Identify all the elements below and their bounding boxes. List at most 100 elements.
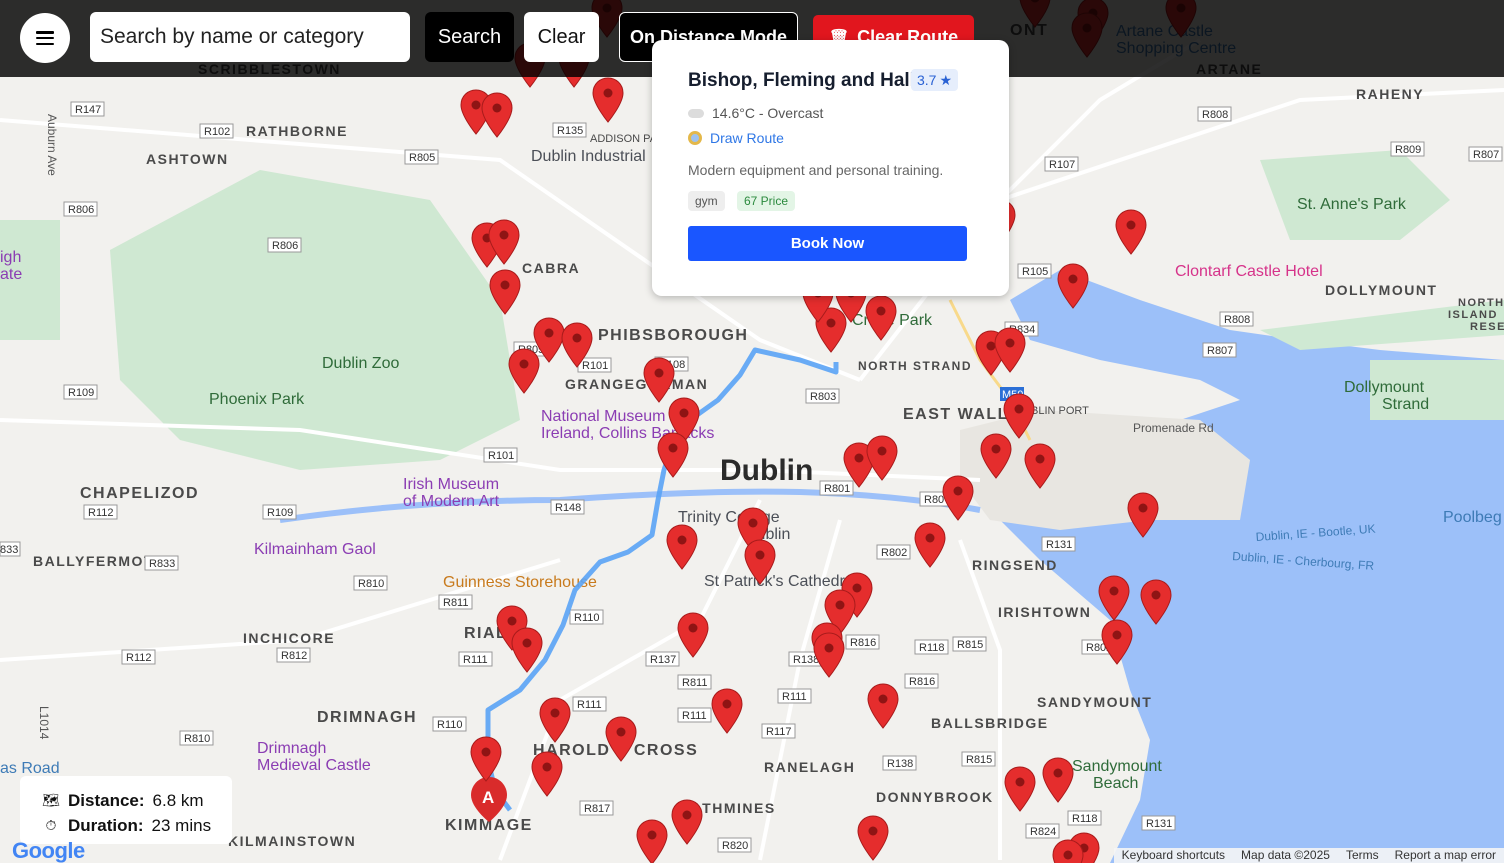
location-pin-icon[interactable] bbox=[865, 295, 897, 341]
location-pin-icon[interactable] bbox=[857, 815, 889, 861]
road-shield: R801 bbox=[819, 480, 854, 496]
poi-label: igh bbox=[0, 249, 21, 266]
location-pin-icon[interactable] bbox=[677, 612, 709, 658]
search-button[interactable]: Search bbox=[425, 12, 514, 62]
svg-text:R111: R111 bbox=[682, 710, 707, 722]
svg-text:R815: R815 bbox=[957, 639, 983, 651]
location-pin-icon[interactable] bbox=[470, 736, 502, 782]
svg-text:R815: R815 bbox=[966, 754, 992, 766]
road-shield: R101 bbox=[577, 357, 612, 373]
poi-label: Dublin Industrial bbox=[531, 148, 646, 165]
location-pin-icon[interactable] bbox=[531, 751, 563, 797]
location-pin-icon[interactable] bbox=[867, 683, 899, 729]
poi-label: as Road bbox=[0, 760, 60, 777]
location-pin-icon[interactable] bbox=[994, 327, 1026, 373]
road-shield: R806 bbox=[267, 237, 302, 253]
area-label: RAHENY bbox=[1356, 86, 1424, 102]
poi-label: ate bbox=[0, 266, 22, 283]
road-shield: R112 bbox=[121, 649, 156, 665]
area-label: EAST WALL bbox=[903, 406, 1009, 423]
price-tag: 67 Price bbox=[737, 191, 796, 211]
area-label: RATHBORNE bbox=[246, 123, 348, 139]
svg-text:R109: R109 bbox=[267, 507, 293, 519]
distance-label: Distance: bbox=[68, 790, 145, 810]
svg-text:R807: R807 bbox=[1207, 345, 1233, 357]
rating-badge: 3.7 ★ bbox=[911, 69, 959, 91]
terms-link[interactable]: Terms bbox=[1338, 848, 1387, 863]
map-icon: 🗺 bbox=[42, 792, 60, 808]
area-label: BALLYFERMOT bbox=[33, 553, 154, 569]
book-now-button[interactable]: Book Now bbox=[688, 226, 967, 261]
draw-route-link[interactable]: Draw Route bbox=[688, 130, 784, 146]
duration-value: 23 mins bbox=[151, 815, 212, 835]
report-error-link[interactable]: Report a map error bbox=[1387, 848, 1504, 863]
location-pin-icon[interactable] bbox=[666, 524, 698, 570]
road-shield: R138 bbox=[882, 755, 917, 771]
star-icon: ★ bbox=[939, 71, 953, 88]
map-data-text: Map data ©2025 bbox=[1241, 848, 1330, 862]
menu-button[interactable] bbox=[20, 13, 70, 63]
location-pin-icon[interactable] bbox=[592, 77, 624, 123]
area-label: NORTH STRAND bbox=[858, 359, 972, 373]
road-shield: R111 bbox=[677, 707, 712, 723]
road-label: Promenade Rd bbox=[1133, 421, 1214, 435]
road-shield: R809 bbox=[1390, 141, 1425, 157]
road-shield: R816 bbox=[845, 634, 880, 650]
route-stats-panel: 🗺 Distance: 6.8 km ⏱ Duration: 23 mins bbox=[20, 776, 232, 844]
svg-text:R808: R808 bbox=[1202, 109, 1228, 121]
svg-text:R112: R112 bbox=[88, 507, 113, 519]
google-logo-text: Google bbox=[12, 838, 85, 863]
steering-wheel-icon bbox=[688, 131, 702, 145]
svg-text:R807: R807 bbox=[1473, 149, 1499, 161]
area-label: DOLLYMOUNT bbox=[1325, 282, 1437, 298]
road-shield: R101 bbox=[483, 447, 518, 463]
category-tag: gym bbox=[688, 191, 725, 211]
location-pin-icon[interactable] bbox=[914, 522, 946, 568]
location-pin-icon[interactable] bbox=[1052, 839, 1084, 863]
draw-route-label[interactable]: Draw Route bbox=[710, 130, 784, 146]
location-pin-icon[interactable] bbox=[643, 357, 675, 403]
svg-text:R111: R111 bbox=[782, 691, 807, 703]
area-label: RESE bbox=[1470, 321, 1504, 333]
location-pin-icon[interactable] bbox=[671, 799, 703, 845]
area-label: BALLSBRIDGE bbox=[931, 715, 1049, 731]
road-shield: R808 bbox=[1197, 106, 1232, 122]
weather-text: 14.6°C - Overcast bbox=[712, 105, 824, 121]
poi-label: Dublin Zoo bbox=[322, 355, 399, 372]
svg-text:R810: R810 bbox=[358, 578, 384, 590]
svg-text:R80: R80 bbox=[924, 494, 944, 506]
route-start-label: A bbox=[482, 788, 494, 807]
poi-label: Kilmainham Gaol bbox=[254, 541, 376, 558]
location-pin-icon[interactable] bbox=[1004, 766, 1036, 812]
poi-label: Dollymount bbox=[1344, 379, 1425, 396]
location-pin-icon[interactable] bbox=[1042, 757, 1074, 803]
location-pin-icon[interactable] bbox=[1115, 209, 1147, 255]
svg-text:R147: R147 bbox=[75, 104, 101, 116]
svg-text:R111: R111 bbox=[577, 699, 602, 711]
svg-text:R131: R131 bbox=[1046, 539, 1072, 551]
area-label: DONNYBROOK bbox=[876, 789, 994, 805]
svg-text:R110: R110 bbox=[437, 719, 462, 731]
clear-button[interactable]: Clear bbox=[524, 12, 599, 62]
poi-label: of Modern Art bbox=[403, 493, 500, 510]
location-pin-icon[interactable] bbox=[711, 688, 743, 734]
svg-text:R824: R824 bbox=[1030, 826, 1056, 838]
road-shield: R102 bbox=[199, 123, 234, 139]
poi-label: Clontarf Castle Hotel bbox=[1175, 263, 1323, 280]
area-label: PHIBSBOROUGH bbox=[598, 327, 748, 344]
location-pin-icon[interactable] bbox=[481, 92, 513, 138]
keyboard-shortcuts-link[interactable]: Keyboard shortcuts bbox=[1114, 848, 1233, 863]
area-label: RINGSEND bbox=[972, 557, 1058, 573]
svg-text:R803: R803 bbox=[810, 391, 836, 403]
location-pin-icon[interactable] bbox=[942, 475, 974, 521]
location-pin-icon[interactable] bbox=[539, 697, 571, 743]
svg-text:R102: R102 bbox=[204, 126, 230, 138]
road-shield: R109 bbox=[262, 504, 297, 520]
svg-text:R131: R131 bbox=[1146, 818, 1172, 830]
location-pin-icon[interactable] bbox=[636, 819, 668, 863]
location-pin-icon[interactable] bbox=[813, 632, 845, 678]
svg-text:R805: R805 bbox=[409, 152, 435, 164]
search-input[interactable] bbox=[90, 12, 410, 62]
road-shield: R803 bbox=[805, 388, 840, 404]
poi-label: Drimnagh bbox=[257, 740, 326, 757]
